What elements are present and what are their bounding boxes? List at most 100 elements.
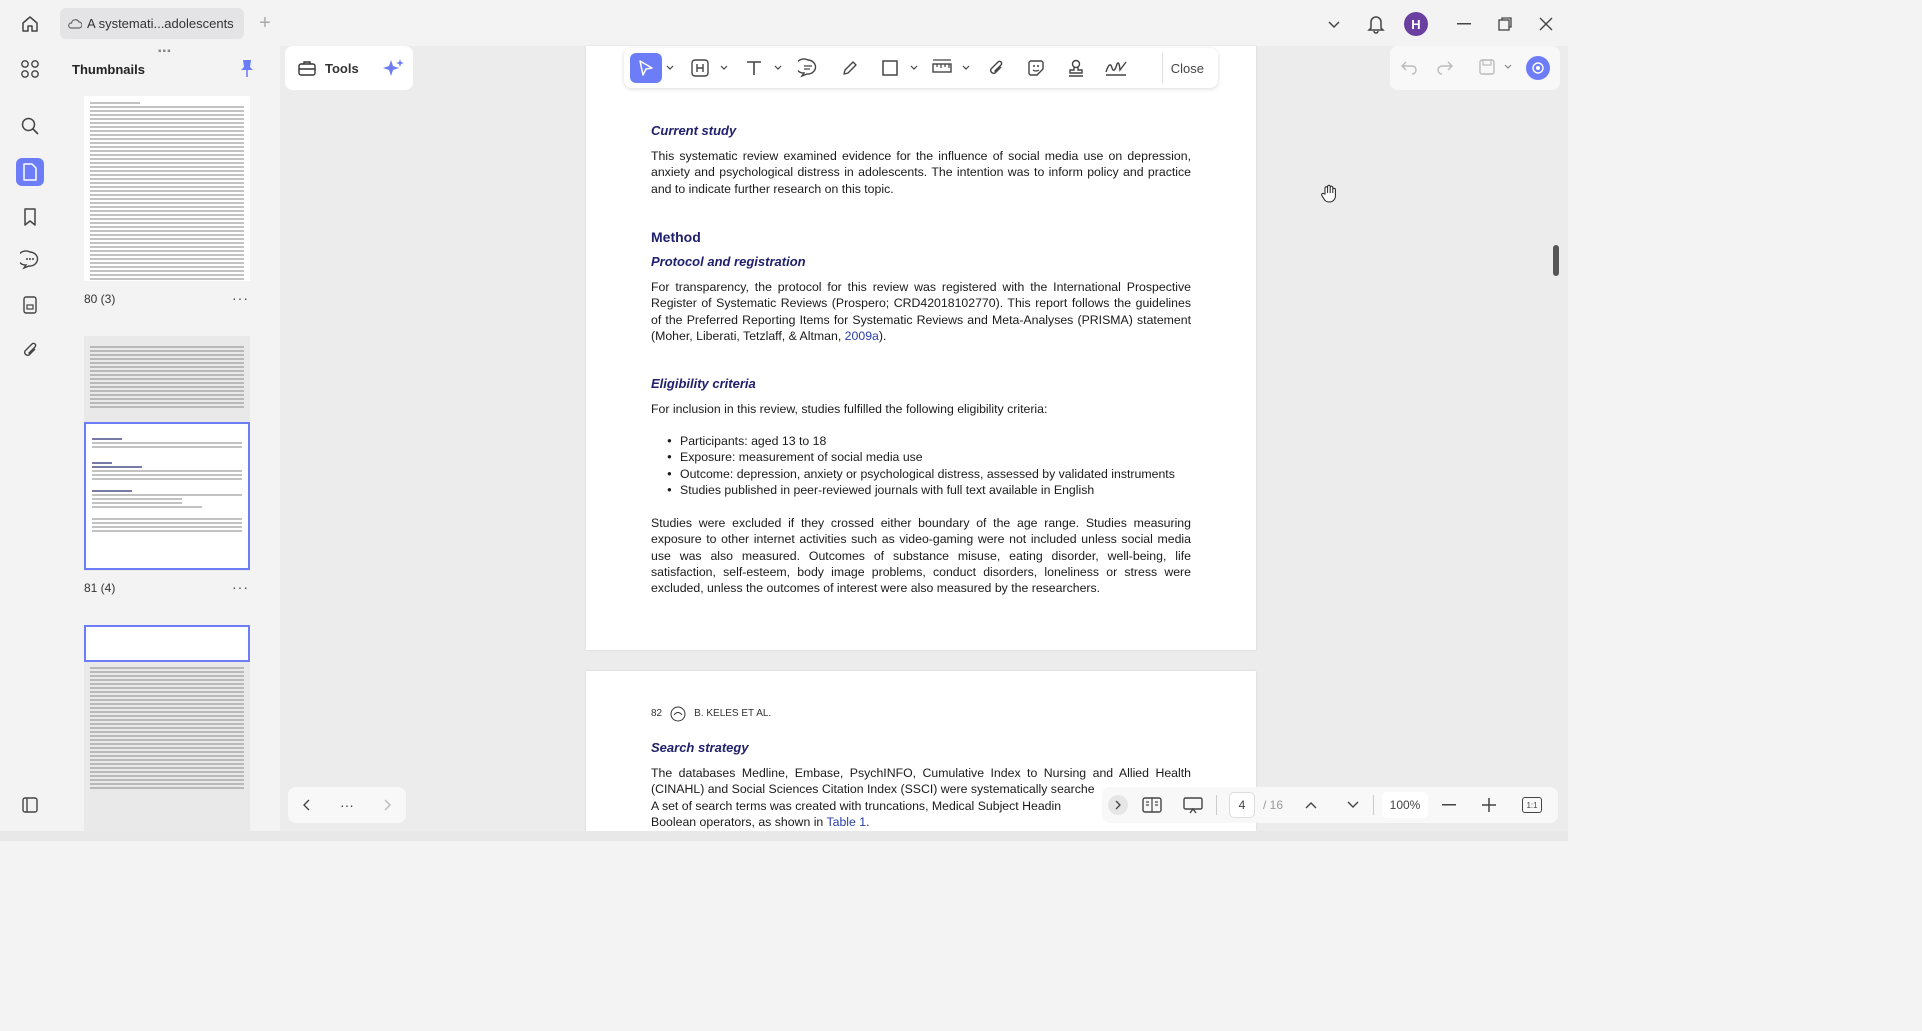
ai-assistant-icon[interactable]: [1526, 56, 1550, 80]
hand-cursor-icon: [1320, 184, 1338, 204]
paragraph: For inclusion in this review, studies fu…: [651, 402, 1048, 416]
measure-tool-button[interactable]: [926, 53, 958, 83]
journal-logo-icon: [670, 706, 686, 722]
table-link[interactable]: Table 1: [826, 815, 866, 829]
list-item: Studies published in peer-reviewed journ…: [667, 482, 1191, 499]
tab-title: A systemati...adolescents: [87, 16, 234, 31]
presentation-icon[interactable]: [1182, 796, 1204, 814]
attach-file-button[interactable]: [980, 53, 1012, 83]
zoom-level[interactable]: 100%: [1382, 792, 1429, 818]
toolbox-icon: [297, 59, 317, 77]
collapse-nav-icon[interactable]: [1108, 795, 1128, 815]
paragraph: Studies were excluded if they crossed ei…: [651, 516, 1191, 596]
title-bar: A systemati...adolescents + H: [0, 0, 1568, 46]
comment-tool-button[interactable]: [792, 53, 824, 83]
chevron-down-icon[interactable]: [1320, 10, 1348, 38]
thumbnails-icon[interactable]: [16, 158, 44, 186]
minimize-icon[interactable]: [1450, 10, 1478, 38]
chevron-down-icon[interactable]: [1347, 801, 1359, 809]
chevron-down-icon[interactable]: [772, 53, 784, 83]
reading-mode-icon[interactable]: [1142, 796, 1162, 814]
thumbnail-nav-bar: ···: [288, 787, 406, 823]
avatar[interactable]: H: [1404, 12, 1428, 36]
apps-grid-icon[interactable]: [16, 55, 44, 83]
list-item: Participants: aged 13 to 18: [667, 433, 1191, 450]
chevron-down-icon[interactable]: [664, 53, 676, 83]
zoom-out-icon[interactable]: [1442, 804, 1457, 806]
section-heading: Search strategy: [651, 740, 749, 755]
left-icon-bar: [0, 46, 60, 831]
text-tool-button[interactable]: [738, 53, 770, 83]
redo-icon[interactable]: [1436, 58, 1454, 76]
undo-icon[interactable]: [1400, 58, 1418, 76]
page-thumbnail[interactable]: [84, 96, 250, 281]
total-pages: / 16: [1263, 798, 1284, 812]
section-heading: Method: [651, 229, 701, 245]
thumbnails-panel: ▪▪▪ Thumbnails 80 (3) ··· 81 (4) ···: [60, 46, 278, 831]
page-thumbnail[interactable]: [84, 625, 250, 831]
chevron-down-icon[interactable]: [908, 53, 920, 83]
criteria-list: Participants: aged 13 to 18 Exposure: me…: [651, 433, 1191, 498]
page-thumbnail[interactable]: [84, 336, 250, 571]
new-tab-button[interactable]: +: [256, 13, 274, 33]
page-number: 82: [651, 708, 663, 719]
panel-title: Thumbnails: [72, 62, 145, 77]
chevron-down-icon[interactable]: [718, 53, 730, 83]
tools-label: Tools: [325, 60, 359, 76]
chevron-down-icon[interactable]: [960, 53, 972, 83]
attachment-icon[interactable]: [16, 336, 44, 364]
restore-icon[interactable]: [1491, 10, 1519, 38]
paragraph: This systematic review examined evidence…: [651, 149, 1191, 196]
thumbnail-label: 80 (3): [84, 292, 116, 306]
running-head: 82 B. KELES ET AL.: [651, 706, 1191, 722]
stamp-tool-button[interactable]: [1060, 53, 1092, 83]
history-toolbar: [1390, 46, 1560, 90]
page-number-input[interactable]: 4: [1229, 792, 1255, 818]
cloud-icon: [68, 18, 82, 29]
shape-tool-button[interactable]: [874, 53, 906, 83]
zoom-in-icon[interactable]: [1482, 798, 1497, 812]
pages-icon[interactable]: [16, 291, 44, 319]
close-toolbar-button[interactable]: Close: [1161, 53, 1212, 83]
list-item: Exposure: measurement of social media us…: [667, 449, 1191, 466]
status-bar: [0, 831, 1568, 841]
page-nav-bar: 4 / 16 100% 1:1: [1102, 787, 1558, 823]
list-item: Outcome: depression, anxiety or psycholo…: [667, 466, 1191, 483]
chevron-down-icon[interactable]: [1504, 64, 1512, 70]
pdf-page: lescents, and adults (Baker & Algorta, 2…: [586, 46, 1256, 650]
bell-icon[interactable]: [1362, 10, 1390, 38]
home-icon[interactable]: [16, 10, 44, 38]
document-tab[interactable]: A systemati...adolescents: [60, 8, 244, 39]
sticker-tool-button[interactable]: [1020, 53, 1052, 83]
pen-tool-button[interactable]: [834, 53, 866, 83]
select-tool-button[interactable]: [630, 53, 662, 83]
save-icon[interactable]: [1478, 58, 1496, 76]
signature-tool-button[interactable]: [1100, 53, 1132, 83]
running-head-author: B. KELES ET AL.: [694, 708, 772, 719]
thumbnail-more-button[interactable]: ···: [232, 579, 249, 595]
search-icon[interactable]: [16, 112, 44, 140]
thumbnail-more-button[interactable]: ···: [232, 290, 249, 306]
comments-icon[interactable]: [16, 246, 44, 274]
actual-size-button[interactable]: 1:1: [1522, 797, 1543, 813]
annotation-toolbar: Close: [624, 48, 1218, 88]
chevron-left-icon[interactable]: [302, 799, 311, 811]
subsection-heading: Eligibility criteria: [651, 376, 756, 391]
chevron-up-icon[interactable]: [1305, 801, 1317, 809]
ai-sparkle-icon[interactable]: [382, 58, 405, 78]
citation-link[interactable]: 2009a: [845, 329, 879, 343]
pin-icon[interactable]: [238, 58, 256, 78]
close-icon[interactable]: [1532, 10, 1560, 38]
scrollbar[interactable]: [1553, 245, 1559, 276]
tools-panel[interactable]: Tools: [285, 46, 413, 90]
highlight-text-button[interactable]: [684, 53, 716, 83]
section-heading: Current study: [651, 123, 737, 138]
paragraph: For transparency, the protocol for this …: [651, 280, 1191, 343]
bookmark-icon[interactable]: [16, 203, 44, 231]
resize-grip-icon[interactable]: ▪▪▪: [158, 46, 172, 57]
thumbnail-label: 81 (4): [84, 581, 116, 595]
more-button[interactable]: ···: [340, 797, 354, 813]
chevron-right-icon[interactable]: [383, 799, 392, 811]
subsection-heading: Protocol and registration: [651, 254, 806, 269]
settings-icon[interactable]: [16, 791, 44, 819]
